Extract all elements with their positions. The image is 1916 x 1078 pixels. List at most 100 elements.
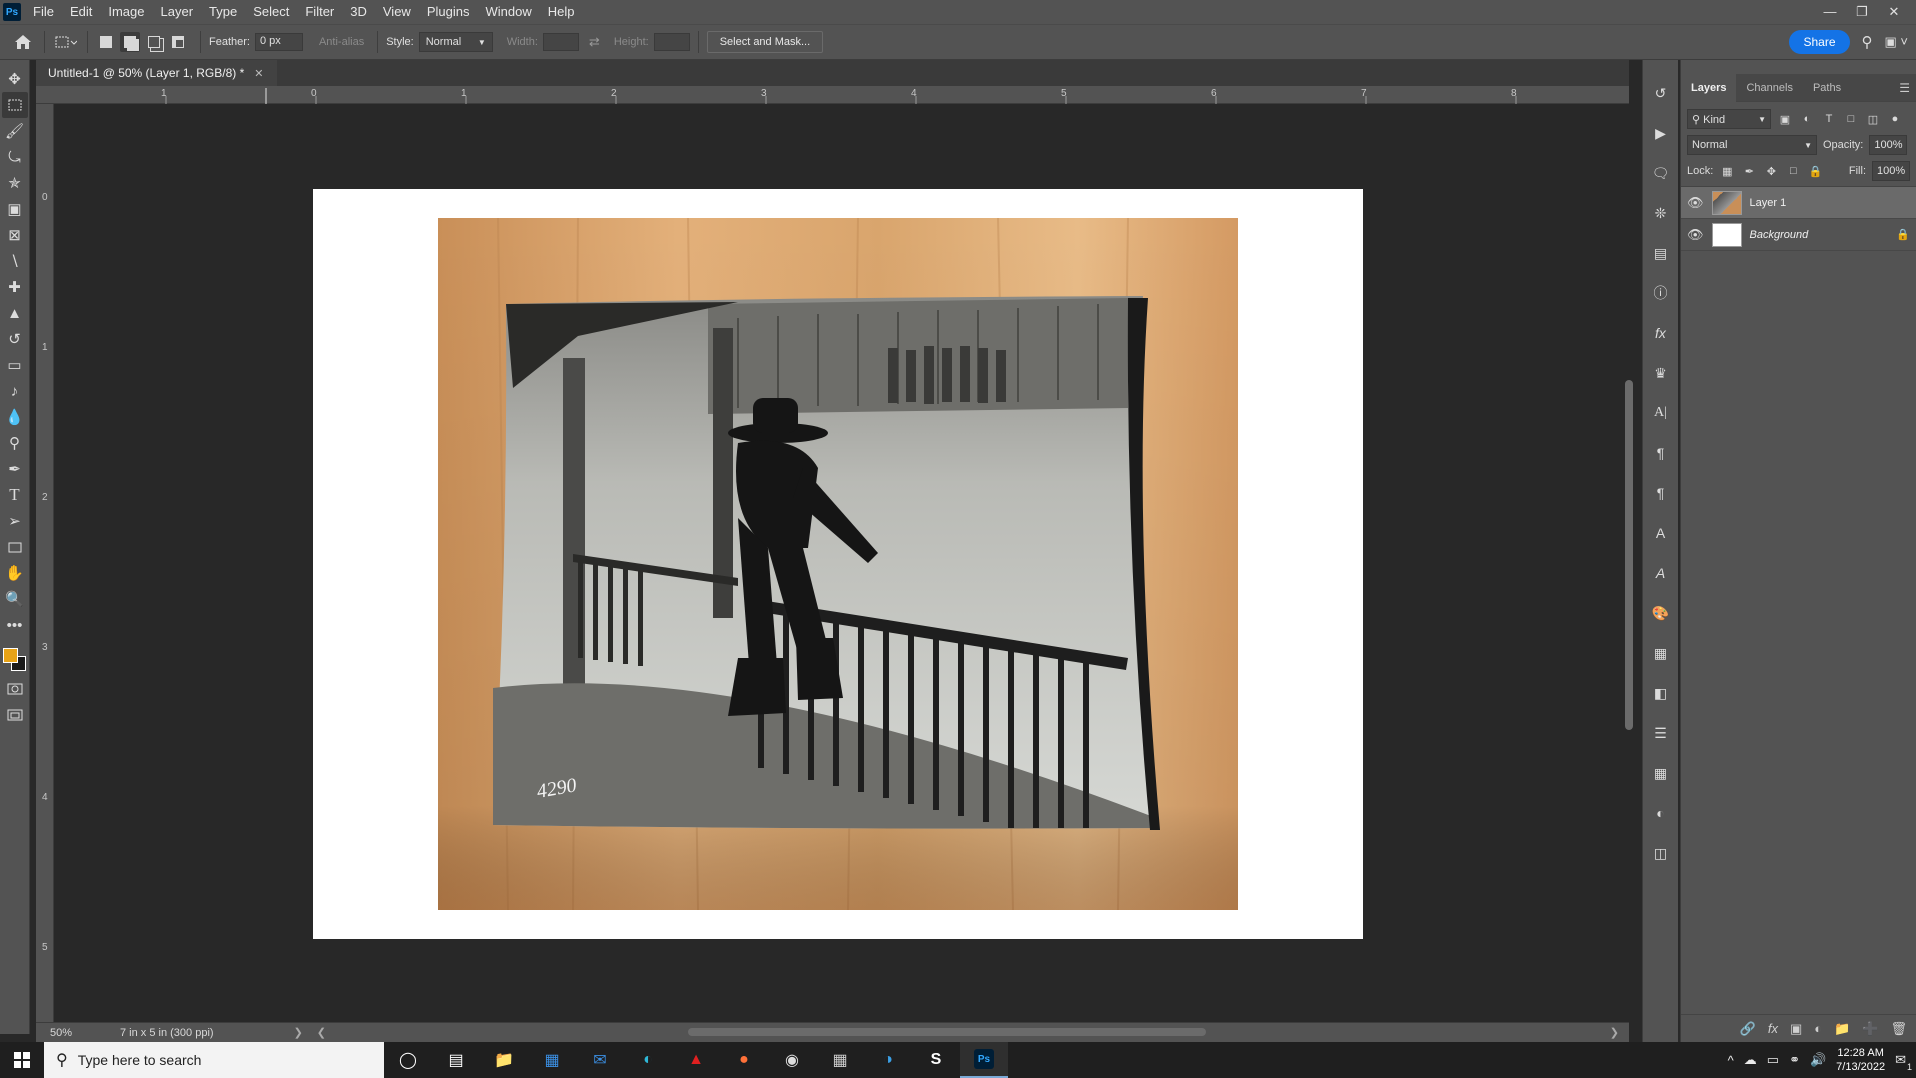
history-icon[interactable]: ↺ bbox=[1648, 80, 1674, 106]
media-app-icon[interactable]: ◉ bbox=[768, 1042, 816, 1078]
height-input[interactable] bbox=[653, 33, 690, 51]
menu-help[interactable]: Help bbox=[540, 0, 583, 24]
healing-brush-icon[interactable]: ✚ bbox=[2, 274, 28, 300]
search-icon[interactable]: ⚲ bbox=[1862, 33, 1873, 51]
history-brush-icon[interactable]: ↺ bbox=[2, 326, 28, 352]
menu-plugins[interactable]: Plugins bbox=[419, 0, 478, 24]
menu-view[interactable]: View bbox=[375, 0, 419, 24]
vertical-scrollbar[interactable] bbox=[1625, 380, 1633, 730]
share-button[interactable]: Share bbox=[1789, 30, 1850, 54]
feather-input[interactable]: 0 px bbox=[254, 33, 303, 51]
clone-source-icon[interactable]: ♛ bbox=[1648, 360, 1674, 386]
screen-mode-icon[interactable] bbox=[2, 702, 28, 728]
document-tab[interactable]: Untitled-1 @ 50% (Layer 1, RGB/8) * ✕ bbox=[36, 60, 278, 86]
adjustment-layer-icon[interactable]: ◐ bbox=[1814, 1021, 1822, 1036]
intersect-selection-icon[interactable] bbox=[168, 32, 188, 52]
frame-tool-icon[interactable]: ⊠ bbox=[2, 222, 28, 248]
swap-dimensions-icon[interactable]: ⇄ bbox=[589, 34, 600, 50]
patterns-icon[interactable]: ▦ bbox=[1648, 640, 1674, 666]
blur-tool-icon[interactable]: 💧 bbox=[2, 404, 28, 430]
paint-bucket-icon[interactable]: ♪ bbox=[2, 378, 28, 404]
gradients-icon[interactable]: ◧ bbox=[1648, 680, 1674, 706]
mail-icon[interactable]: ✉ bbox=[576, 1042, 624, 1078]
close-tab-icon[interactable]: ✕ bbox=[254, 67, 263, 80]
new-group-icon[interactable]: 📁 bbox=[1834, 1021, 1850, 1037]
browser-icon[interactable]: ◑ bbox=[864, 1042, 912, 1078]
chevron-right-icon[interactable]: ❯ bbox=[1610, 1026, 1619, 1039]
lock-transparent-icon[interactable]: ▦ bbox=[1719, 163, 1735, 179]
learn-icon[interactable]: ◫ bbox=[1648, 840, 1674, 866]
start-button[interactable] bbox=[0, 1042, 44, 1078]
tab-channels[interactable]: Channels bbox=[1736, 74, 1802, 102]
workspace-icon[interactable]: ▣ ˅ bbox=[1885, 34, 1909, 50]
zoom-level[interactable]: 50% bbox=[50, 1027, 120, 1039]
measurement-icon[interactable]: ▤ bbox=[1648, 240, 1674, 266]
character-styles-icon[interactable]: A bbox=[1648, 520, 1674, 546]
adjustments-icon[interactable]: ☰ bbox=[1648, 720, 1674, 746]
firefox-icon[interactable]: ● bbox=[720, 1042, 768, 1078]
lock-position-icon[interactable]: ✥ bbox=[1763, 163, 1779, 179]
layer-name[interactable]: Layer 1 bbox=[1750, 197, 1910, 209]
navigator-icon[interactable]: ◐ bbox=[1648, 800, 1674, 826]
glyphs-icon[interactable]: A bbox=[1648, 560, 1674, 586]
menu-file[interactable]: File bbox=[25, 0, 62, 24]
menu-edit[interactable]: Edit bbox=[62, 0, 100, 24]
chevron-up-icon[interactable]: ^ bbox=[1728, 1053, 1734, 1068]
foreground-color-swatch[interactable] bbox=[2, 648, 18, 663]
subtract-selection-icon[interactable] bbox=[144, 32, 164, 52]
styles-icon[interactable]: fx bbox=[1648, 320, 1674, 346]
width-input[interactable] bbox=[542, 33, 579, 51]
battery-icon[interactable]: ▭ bbox=[1767, 1052, 1779, 1068]
filter-adjustment-icon[interactable]: ◐ bbox=[1799, 111, 1815, 127]
opacity-input[interactable]: 100% bbox=[1869, 135, 1908, 155]
layer-1-photo[interactable]: 4290 bbox=[438, 217, 1238, 911]
home-icon[interactable] bbox=[10, 29, 36, 55]
menu-window[interactable]: Window bbox=[477, 0, 539, 24]
lock-all-icon[interactable]: 🔒 bbox=[1807, 163, 1823, 179]
info-icon[interactable]: ⓘ bbox=[1648, 280, 1674, 306]
brush-tool-icon[interactable]: 🖌 bbox=[2, 118, 28, 144]
menu-filter[interactable]: Filter bbox=[297, 0, 342, 24]
tab-paths[interactable]: Paths bbox=[1803, 74, 1851, 102]
network-icon[interactable]: ⚭ bbox=[1789, 1052, 1800, 1068]
menu-3d[interactable]: 3D bbox=[342, 0, 375, 24]
hand-tool-icon[interactable]: ✋ bbox=[2, 560, 28, 586]
panel-menu-icon[interactable]: ☰ bbox=[1899, 81, 1910, 95]
clone-stamp-icon[interactable]: ▲ bbox=[2, 300, 28, 326]
calculator-icon[interactable]: ▦ bbox=[816, 1042, 864, 1078]
paragraph-icon[interactable]: ¶ bbox=[1648, 440, 1674, 466]
move-tool-icon[interactable]: ✥ bbox=[2, 66, 28, 92]
eye-visibility-icon[interactable]: 👁 bbox=[1687, 227, 1704, 243]
add-mask-icon[interactable]: ▣ bbox=[1790, 1021, 1802, 1037]
dodge-tool-icon[interactable]: ⚲ bbox=[2, 430, 28, 456]
marquee-preset-icon[interactable] bbox=[53, 29, 79, 55]
edge-icon[interactable]: ◐ bbox=[624, 1042, 672, 1078]
menu-image[interactable]: Image bbox=[100, 0, 152, 24]
filter-type-icon[interactable]: T bbox=[1821, 111, 1837, 127]
cortana-icon[interactable]: ◯ bbox=[384, 1042, 432, 1078]
minimize-icon[interactable]: — bbox=[1816, 4, 1844, 20]
filter-pixel-icon[interactable]: ▣ bbox=[1777, 111, 1793, 127]
comments-icon[interactable]: 🗨 bbox=[1648, 160, 1674, 186]
new-selection-icon[interactable] bbox=[96, 32, 116, 52]
document-info[interactable]: 7 in x 5 in (300 ppi) bbox=[120, 1027, 214, 1039]
lock-image-icon[interactable]: ✒ bbox=[1741, 163, 1757, 179]
taskbar-search[interactable]: ⚲ Type here to search bbox=[44, 1042, 384, 1078]
acrobat-icon[interactable]: ▲ bbox=[672, 1042, 720, 1078]
new-layer-icon[interactable]: ➕ bbox=[1862, 1021, 1878, 1037]
menu-layer[interactable]: Layer bbox=[153, 0, 202, 24]
rectangular-marquee-icon[interactable] bbox=[1, 92, 28, 118]
antialias-checkbox[interactable]: Anti-alias bbox=[319, 36, 364, 48]
clock[interactable]: 12:28 AM 7/13/2022 bbox=[1836, 1046, 1885, 1074]
horizontal-scrollbar[interactable] bbox=[688, 1028, 1206, 1036]
tab-layers[interactable]: Layers bbox=[1681, 73, 1737, 102]
paragraph-styles-icon[interactable]: ¶ bbox=[1648, 480, 1674, 506]
restore-icon[interactable]: ❐ bbox=[1848, 4, 1876, 20]
pen-tool-icon[interactable]: ✒ bbox=[2, 456, 28, 482]
character-icon[interactable]: A| bbox=[1648, 400, 1674, 426]
layer-name[interactable]: Background bbox=[1750, 229, 1889, 241]
layer-row[interactable]: 👁 Background 🔒 bbox=[1681, 219, 1916, 251]
link-layers-icon[interactable]: 🔗 bbox=[1740, 1021, 1756, 1037]
quick-selection-icon[interactable]: ✯ bbox=[2, 170, 28, 196]
layer-style-icon[interactable]: fx bbox=[1768, 1021, 1778, 1036]
